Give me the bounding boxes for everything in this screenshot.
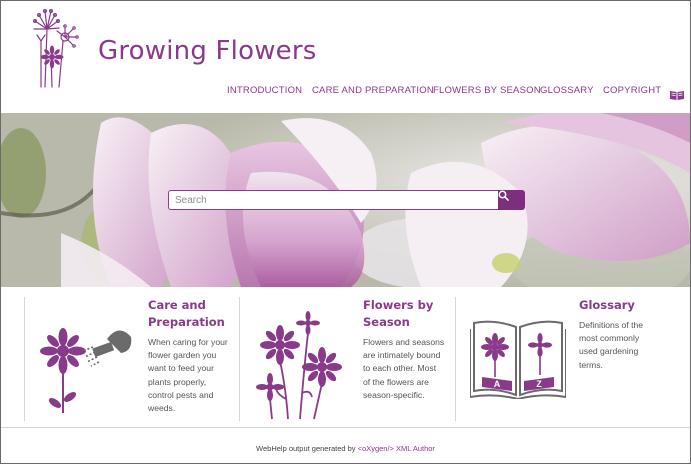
dandelion-logo-icon[interactable] (23, 7, 85, 89)
tile-text-line: are intimately bound (363, 350, 441, 361)
tile-description: Flowers and seasons are intimately bound… (363, 336, 444, 402)
tile-text-line: terms. (579, 359, 603, 370)
footer-text: WebHelp output generated by <oXygen/> XM… (1, 444, 690, 453)
flowers-bunch-icon (256, 311, 342, 420)
nav-care-and-preparation[interactable]: CARE AND PREPARATION (312, 85, 434, 96)
nav-flowers-by-season[interactable]: FLOWERS BY SEASON (433, 85, 541, 96)
tile-text-line: of the flowers are (363, 376, 429, 387)
search-input[interactable] (168, 190, 498, 210)
header: Growing Flowers INTRODUCTION CARE AND PR… (1, 1, 690, 113)
search-icon (498, 190, 509, 201)
tile-title-line2[interactable]: Preparation (148, 314, 225, 331)
topic-tiles: Care and Preparation When caring for you… (1, 287, 690, 427)
book-icon[interactable] (669, 89, 685, 101)
book-letter-a: A (494, 379, 501, 389)
tile-description: Definitions of the most commonly used ga… (579, 319, 643, 372)
nav-glossary[interactable]: GLOSSARY (540, 85, 594, 96)
tile-title-line1[interactable]: Flowers by (363, 297, 433, 314)
tile-text-line: to each other. Most (363, 363, 437, 374)
tile-title-line1[interactable]: Care and (148, 297, 206, 314)
nav-copyright[interactable]: COPYRIGHT (603, 85, 661, 96)
main-nav: INTRODUCTION CARE AND PREPARATION FLOWER… (1, 85, 690, 99)
footer: WebHelp output generated by <oXygen/> XM… (1, 427, 690, 463)
site-title[interactable]: Growing Flowers (98, 36, 317, 66)
tile-text-line: Definitions of the (579, 320, 644, 330)
tile-text-line: flower garden you (148, 350, 217, 361)
tile-text-line: When caring for your (148, 337, 228, 347)
tile-text-line: most commonly (579, 333, 640, 344)
search-bar (168, 190, 525, 210)
tile-text-line: season-specific. (363, 389, 425, 400)
glossary-book-icon: A Z (470, 320, 566, 399)
footer-prefix: WebHelp output generated by (256, 444, 358, 453)
tile-care-and-preparation[interactable]: Care and Preparation When caring for you… (25, 297, 239, 421)
tile-text-line: used gardening (579, 346, 639, 357)
search-button[interactable] (498, 190, 525, 210)
footer-oxygen-link[interactable]: <oXygen/> XML Author (358, 444, 435, 453)
tile-text-line: weeds. (148, 403, 176, 414)
nav-introduction[interactable]: INTRODUCTION (227, 85, 302, 96)
tile-text-line: plants properly, (148, 376, 207, 387)
tile-text-line: control pests and (148, 389, 214, 400)
tile-description: When caring for your flower garden you w… (148, 336, 228, 415)
tile-glossary[interactable]: A Z Glossary Definitions of the most com… (456, 297, 690, 421)
tile-title-line2[interactable]: Season (363, 314, 410, 331)
watering-flower-icon (40, 328, 132, 413)
tile-title-line1[interactable]: Glossary (579, 297, 635, 314)
hero-banner (1, 113, 690, 287)
tile-text-line: want to feed your (148, 363, 214, 374)
book-letter-z: Z (536, 379, 542, 389)
tile-flowers-by-season[interactable]: Flowers by Season Flowers and seasons ar… (240, 297, 455, 421)
page-frame: Growing Flowers INTRODUCTION CARE AND PR… (0, 0, 691, 464)
tile-text-line: Flowers and seasons (363, 337, 445, 347)
